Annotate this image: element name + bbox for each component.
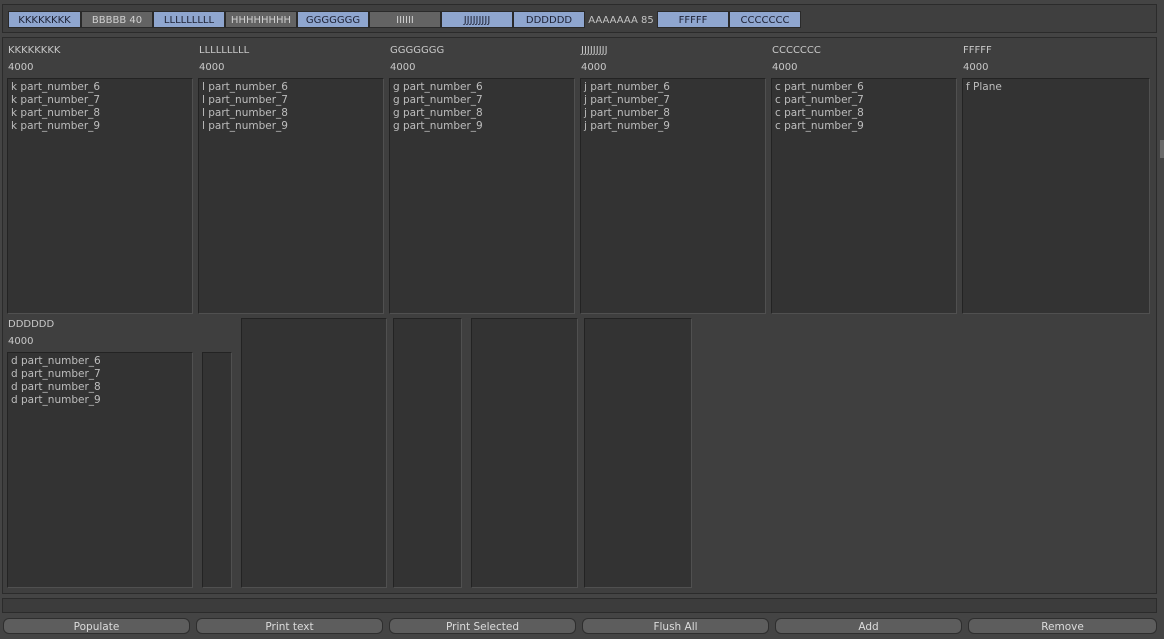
remove-button[interactable]: Remove — [968, 618, 1157, 634]
tab-kkkkkkkk[interactable]: KKKKKKKK — [8, 11, 81, 28]
column-title-c: CCCCCCC — [772, 45, 821, 56]
status-bar — [2, 598, 1157, 613]
scrollbar-handle[interactable] — [1160, 140, 1164, 158]
print-selected-button[interactable]: Print Selected — [389, 618, 576, 634]
add-button[interactable]: Add — [775, 618, 962, 634]
list-item[interactable]: c part_number_9 — [775, 120, 953, 133]
populate-button[interactable]: Populate — [3, 618, 190, 634]
list-item[interactable]: l part_number_9 — [202, 120, 380, 133]
list-d[interactable]: d part_number_6 d part_number_7 d part_n… — [7, 352, 193, 588]
list-empty-4[interactable] — [471, 318, 578, 588]
tab-bbbbb-40[interactable]: BBBBB 40 — [81, 11, 153, 28]
list-item[interactable]: g part_number_7 — [393, 94, 571, 107]
list-empty-2[interactable] — [241, 318, 387, 588]
column-count-c: 4000 — [772, 62, 798, 73]
list-k[interactable]: k part_number_6 k part_number_7 k part_n… — [7, 78, 193, 314]
column-count-k: 4000 — [8, 62, 34, 73]
list-item[interactable]: g part_number_8 — [393, 107, 571, 120]
tab-jjjjjjjjj[interactable]: JJJJJJJJJ — [441, 11, 513, 28]
column-title-d: DDDDDD — [8, 319, 55, 330]
list-item[interactable]: j part_number_6 — [584, 81, 762, 94]
list-empty-3[interactable] — [393, 318, 462, 588]
tab-iiiiii[interactable]: IIIIII — [369, 11, 441, 28]
column-count-j: 4000 — [581, 62, 607, 73]
tab-lllllllll[interactable]: LLLLLLLLL — [153, 11, 225, 28]
tab-ccccccc[interactable]: CCCCCCC — [729, 11, 801, 28]
column-count-l: 4000 — [199, 62, 225, 73]
tab-aaaaaaa-85[interactable]: AAAAAAA 85 — [585, 11, 657, 28]
list-item[interactable]: k part_number_7 — [11, 94, 189, 107]
list-item[interactable]: d part_number_9 — [11, 394, 189, 407]
list-item[interactable]: d part_number_6 — [11, 355, 189, 368]
list-item[interactable]: k part_number_9 — [11, 120, 189, 133]
list-item[interactable]: j part_number_7 — [584, 94, 762, 107]
column-count-f: 4000 — [963, 62, 989, 73]
list-item[interactable]: c part_number_7 — [775, 94, 953, 107]
column-title-j: JJJJJJJJJ — [581, 45, 608, 56]
list-f[interactable]: f Plane — [962, 78, 1150, 314]
column-count-d: 4000 — [8, 336, 34, 347]
list-item[interactable]: l part_number_7 — [202, 94, 380, 107]
column-title-f: FFFFF — [963, 45, 992, 56]
list-item[interactable]: g part_number_6 — [393, 81, 571, 94]
column-count-g: 4000 — [390, 62, 416, 73]
list-g[interactable]: g part_number_6 g part_number_7 g part_n… — [389, 78, 575, 314]
tab-hhhhhhhh[interactable]: HHHHHHHH — [225, 11, 297, 28]
list-c[interactable]: c part_number_6 c part_number_7 c part_n… — [771, 78, 957, 314]
list-item[interactable]: f Plane — [966, 81, 1146, 94]
list-empty-5[interactable] — [584, 318, 692, 588]
tab-ggggggg[interactable]: GGGGGGG — [297, 11, 369, 28]
print-text-button[interactable]: Print text — [196, 618, 383, 634]
column-title-l: LLLLLLLLL — [199, 45, 250, 56]
list-item[interactable]: d part_number_7 — [11, 368, 189, 381]
list-l[interactable]: l part_number_6 l part_number_7 l part_n… — [198, 78, 384, 314]
list-item[interactable]: c part_number_8 — [775, 107, 953, 120]
list-item[interactable]: g part_number_9 — [393, 120, 571, 133]
list-empty-1[interactable] — [202, 352, 232, 588]
flush-all-button[interactable]: Flush All — [582, 618, 769, 634]
list-item[interactable]: l part_number_6 — [202, 81, 380, 94]
column-title-k: KKKKKKKK — [8, 45, 61, 56]
tab-dddddd[interactable]: DDDDDD — [513, 11, 585, 28]
tab-fffff[interactable]: FFFFF — [657, 11, 729, 28]
list-j[interactable]: j part_number_6 j part_number_7 j part_n… — [580, 78, 766, 314]
list-item[interactable]: d part_number_8 — [11, 381, 189, 394]
list-item[interactable]: j part_number_9 — [584, 120, 762, 133]
list-item[interactable]: j part_number_8 — [584, 107, 762, 120]
list-item[interactable]: k part_number_8 — [11, 107, 189, 120]
list-item[interactable]: c part_number_6 — [775, 81, 953, 94]
list-item[interactable]: l part_number_8 — [202, 107, 380, 120]
column-title-g: GGGGGGG — [390, 45, 445, 56]
list-item[interactable]: k part_number_6 — [11, 81, 189, 94]
